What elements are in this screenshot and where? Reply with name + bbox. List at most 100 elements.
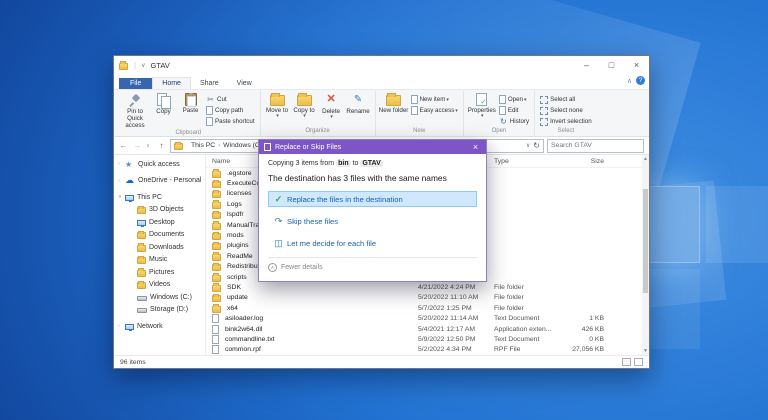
address-dropdown-caret-icon[interactable]: ∨ bbox=[526, 142, 530, 149]
column-header-type[interactable]: Type bbox=[494, 158, 556, 165]
open-button[interactable]: Open ▾ bbox=[497, 94, 531, 105]
minimize-button[interactable]: – bbox=[574, 56, 599, 74]
expander-chevron-icon[interactable]: › bbox=[118, 161, 125, 167]
sidebar-item-storage-d[interactable]: Storage (D:) bbox=[114, 304, 205, 317]
sidebar-item-3d-objects[interactable]: 3D Objects bbox=[114, 204, 205, 217]
column-header-size[interactable]: Size bbox=[556, 158, 608, 165]
expander-chevron-icon[interactable]: ∨ bbox=[118, 194, 125, 200]
folder-icon bbox=[212, 231, 221, 241]
sidebar-item-label: Quick access bbox=[138, 160, 180, 168]
file-row[interactable]: bink2w64.dll 5/4/2021 12:17 AM Application… bbox=[206, 324, 642, 334]
paste-icon bbox=[184, 92, 197, 107]
sidebar-item-downloads[interactable]: Downloads bbox=[114, 241, 205, 254]
option-label: Replace the files in the destination bbox=[287, 194, 403, 204]
file-type: Application exten... bbox=[494, 325, 552, 333]
move-to-button[interactable]: Move to ▾ bbox=[264, 91, 291, 120]
folder-icon bbox=[137, 280, 146, 290]
file-row[interactable]: asiloader.log 5/20/2022 11:14 AM Text Docu… bbox=[206, 313, 642, 324]
paste-button[interactable]: Paste bbox=[177, 91, 204, 114]
tab-file[interactable]: File bbox=[119, 78, 153, 89]
tab-home[interactable]: Home bbox=[152, 77, 191, 89]
new-folder-button[interactable]: New folder bbox=[379, 91, 409, 114]
refresh-icon[interactable]: ↻ bbox=[533, 141, 540, 150]
ribbon-group-organize: Move to ▾ Copy to ▾ ✕ Delete ▾ ✎ Rename bbox=[261, 91, 376, 136]
vertical-scrollbar[interactable]: ▲ ▼ bbox=[642, 155, 649, 355]
sidebar-item-label: This PC bbox=[137, 193, 162, 201]
file-row[interactable]: x64 5/7/2022 1:25 PM File folder bbox=[206, 303, 642, 313]
scroll-down-icon[interactable]: ▼ bbox=[642, 347, 649, 355]
easy-access-button[interactable]: Easy access ▾ bbox=[409, 105, 460, 116]
button-label: Select all bbox=[550, 96, 576, 103]
skip-files-option[interactable]: ↷ Skip these files bbox=[268, 213, 477, 229]
sidebar-item-documents[interactable]: Documents bbox=[114, 229, 205, 242]
breadcrumb-segment[interactable]: This PC bbox=[188, 142, 218, 149]
file-name: scripts bbox=[227, 273, 247, 281]
sidebar-item-videos[interactable]: Videos bbox=[114, 279, 205, 292]
scroll-up-icon[interactable]: ▲ bbox=[642, 155, 649, 163]
dialog-close-button[interactable]: × bbox=[465, 140, 486, 154]
sidebar-item-onedrive-personal[interactable]: › ☁ OneDrive - Personal bbox=[114, 175, 205, 188]
tab-share[interactable]: Share bbox=[191, 78, 228, 89]
properties-button[interactable]: ✓ Properties ▾ bbox=[467, 91, 497, 120]
copy-button[interactable]: Copy bbox=[150, 91, 177, 115]
sidebar-item-windows-c[interactable]: Windows (C:) bbox=[114, 291, 205, 304]
back-button[interactable]: ← bbox=[118, 141, 129, 150]
forward-button[interactable]: → bbox=[132, 141, 143, 150]
delete-button[interactable]: ✕ Delete ▾ bbox=[318, 91, 345, 121]
expander-chevron-icon[interactable]: › bbox=[118, 178, 125, 184]
status-bar: 96 items bbox=[114, 355, 649, 368]
invert-selection-button[interactable]: Invert selection bbox=[538, 116, 594, 127]
copy-to-button[interactable]: Copy to ▾ bbox=[291, 91, 318, 120]
paste-shortcut-button[interactable]: Paste shortcut bbox=[204, 116, 257, 127]
pc-icon bbox=[125, 194, 134, 202]
cloud-icon: ☁ bbox=[125, 175, 134, 186]
file-row[interactable]: update 5/20/2022 11:10 AM File folder bbox=[206, 293, 642, 303]
group-label: Select bbox=[557, 128, 575, 134]
up-button[interactable]: ↑ bbox=[156, 141, 167, 150]
cut-button[interactable]: ✂ Cut bbox=[204, 94, 257, 105]
replace-files-option[interactable]: ✓ Replace the files in the destination bbox=[268, 191, 477, 207]
search-input[interactable] bbox=[551, 142, 640, 149]
decide-each-file-option[interactable]: ◫ Let me decide for each file bbox=[268, 235, 477, 251]
folder-icon bbox=[137, 230, 146, 240]
pin-to-quick-access-button[interactable]: Pin to Quick access bbox=[120, 91, 150, 129]
expander-chevron-icon[interactable]: › bbox=[118, 323, 125, 329]
file-name: ReadMe bbox=[227, 252, 253, 260]
dialog-title-bar[interactable]: Replace or Skip Files × bbox=[259, 140, 486, 154]
ribbon-collapse-icon[interactable]: ∧ bbox=[627, 77, 632, 85]
scrollbar-thumb[interactable] bbox=[643, 189, 648, 293]
rename-icon: ✎ bbox=[353, 94, 363, 105]
file-row[interactable]: commandline.txt 5/9/2022 12:50 PM Text Doc… bbox=[206, 334, 642, 344]
history-button[interactable]: ↻ History bbox=[497, 116, 531, 127]
large-icons-view-button[interactable] bbox=[634, 358, 643, 366]
sidebar-item-network[interactable]: › Network bbox=[114, 320, 205, 333]
select-all-button[interactable]: Select all bbox=[538, 94, 594, 105]
sidebar-item-pictures[interactable]: Pictures bbox=[114, 266, 205, 279]
sidebar-item-label: Network bbox=[137, 322, 163, 330]
sidebar-item-label: Windows (C:) bbox=[150, 293, 193, 301]
copy-path-button[interactable]: Copy path bbox=[204, 105, 257, 116]
title-bar[interactable]: | ∨ GTAV – □ × bbox=[114, 56, 649, 74]
fewer-details-toggle[interactable]: ∧ Fewer details bbox=[268, 258, 477, 276]
search-box[interactable] bbox=[547, 138, 644, 153]
dropdown-caret-icon: ▾ bbox=[523, 96, 527, 103]
sidebar-item-desktop[interactable]: Desktop bbox=[114, 216, 205, 229]
file-row[interactable]: SDK 4/21/2022 4:24 PM File folder bbox=[206, 282, 642, 292]
close-button[interactable]: × bbox=[624, 56, 649, 74]
recent-locations-caret-icon[interactable]: ∨ bbox=[146, 143, 153, 149]
sidebar-item-this-pc[interactable]: ∨ This PC bbox=[114, 191, 205, 204]
maximize-button[interactable]: □ bbox=[599, 56, 624, 74]
edit-button[interactable]: Edit bbox=[497, 105, 531, 116]
details-view-button[interactable] bbox=[622, 358, 631, 366]
new-item-button[interactable]: New item ▾ bbox=[409, 94, 460, 105]
help-icon[interactable]: ? bbox=[636, 76, 645, 85]
qat-customize-caret-icon[interactable]: ∨ bbox=[141, 62, 145, 69]
tab-view[interactable]: View bbox=[228, 78, 261, 89]
file-row[interactable]: common.rpf 5/2/2022 4:34 PM RPF File 27,056… bbox=[206, 345, 642, 355]
button-label: Paste bbox=[182, 107, 199, 114]
sidebar-item-quick-access[interactable]: › ★ Quick access bbox=[114, 158, 205, 171]
pc-icon bbox=[137, 219, 146, 227]
select-none-button[interactable]: Select none bbox=[538, 105, 594, 116]
sidebar-item-music[interactable]: Music bbox=[114, 254, 205, 267]
rename-button[interactable]: ✎ Rename bbox=[345, 91, 372, 115]
